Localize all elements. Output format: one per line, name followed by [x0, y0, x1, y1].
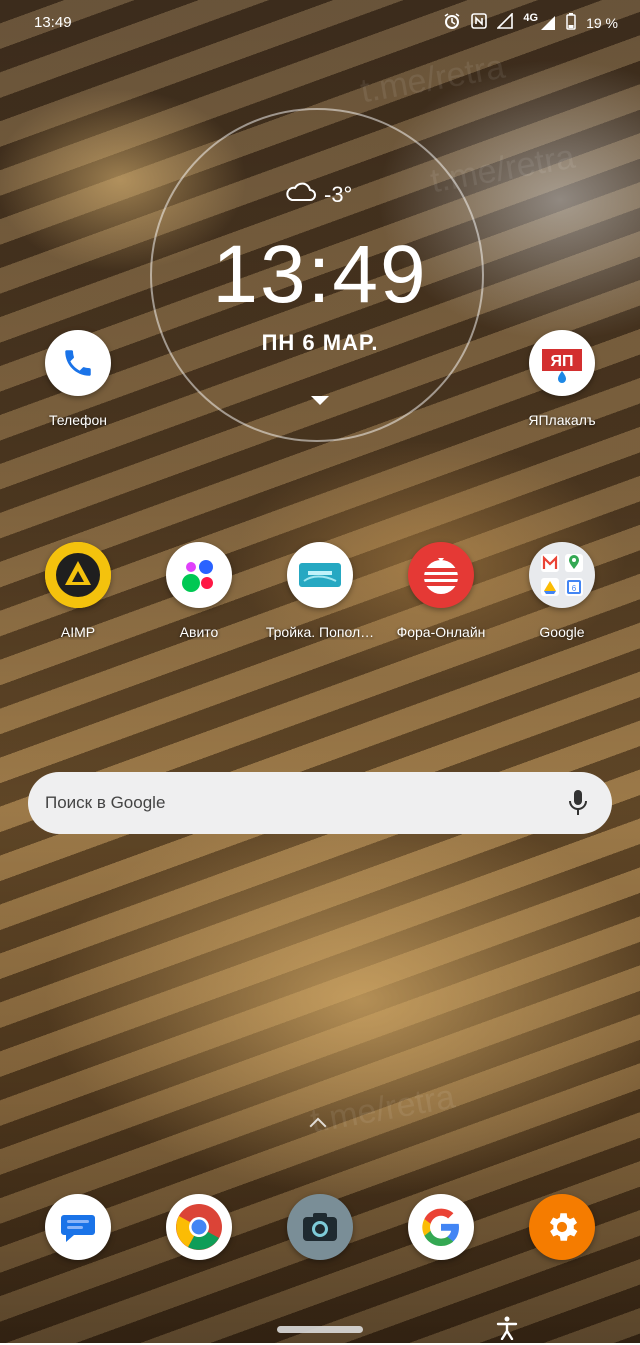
app-yaplakal[interactable]: ЯП ЯПлакалъ	[502, 330, 622, 428]
status-time: 13:49	[34, 14, 72, 31]
app-label: Телефон	[48, 412, 108, 428]
chrome-icon	[166, 1194, 232, 1260]
dock-messages[interactable]	[18, 1194, 138, 1260]
aimp-icon	[45, 542, 111, 608]
signal-icon	[496, 12, 514, 32]
nfc-icon	[471, 13, 488, 32]
status-icons: 4G 19 %	[443, 12, 618, 33]
app-fora[interactable]: Фора-Онлайн	[381, 542, 501, 640]
troika-icon	[287, 542, 353, 608]
battery-icon	[566, 12, 576, 33]
search-bar[interactable]: Поиск в Google	[28, 772, 612, 834]
messages-icon	[45, 1194, 111, 1260]
gesture-nav-bar[interactable]	[277, 1326, 363, 1333]
avito-icon	[166, 542, 232, 608]
app-troika[interactable]: Тройка. Попол…	[260, 542, 380, 640]
app-label: Авито	[179, 624, 219, 640]
app-label: Фора-Онлайн	[396, 624, 486, 640]
dock-camera[interactable]	[260, 1194, 380, 1260]
google-folder-icon: 6	[529, 542, 595, 608]
alarm-icon	[443, 12, 461, 33]
settings-icon	[529, 1194, 595, 1260]
app-label: Google	[539, 624, 585, 640]
dock-google[interactable]	[381, 1194, 501, 1260]
temperature: -3°	[324, 182, 353, 207]
camera-icon	[287, 1194, 353, 1260]
status-bar: 13:49 4G 19 %	[0, 0, 640, 48]
mic-icon[interactable]	[564, 788, 592, 818]
clock-time[interactable]: 13:49	[0, 228, 640, 322]
svg-text:6: 6	[572, 584, 577, 593]
app-google-folder[interactable]: 6 Google	[502, 542, 622, 640]
phone-icon	[45, 330, 111, 396]
app-aimp[interactable]: AIMP	[18, 542, 138, 640]
app-label: AIMP	[60, 624, 96, 640]
app-label: Тройка. Попол…	[265, 624, 375, 640]
battery-level: 19 %	[586, 14, 618, 31]
fora-icon	[408, 542, 474, 608]
signal-4g-icon: 4G	[523, 11, 556, 31]
cloud-icon	[284, 182, 316, 208]
dock-chrome[interactable]	[139, 1194, 259, 1260]
svg-text:ЯП: ЯП	[551, 353, 574, 370]
network-type: 4G	[523, 11, 539, 24]
weather[interactable]: -3°	[284, 182, 352, 208]
app-phone[interactable]: Телефон	[18, 330, 138, 428]
dock-settings[interactable]	[502, 1194, 622, 1260]
chevron-down-icon[interactable]	[311, 396, 329, 405]
search-input[interactable]: Поиск в Google	[45, 793, 564, 813]
app-avito[interactable]: Авито	[139, 542, 259, 640]
google-icon	[408, 1194, 474, 1260]
yaplakal-logo-icon: ЯП	[529, 330, 595, 396]
accessibility-icon[interactable]	[496, 1316, 518, 1345]
app-label: ЯПлакалъ	[528, 412, 596, 428]
